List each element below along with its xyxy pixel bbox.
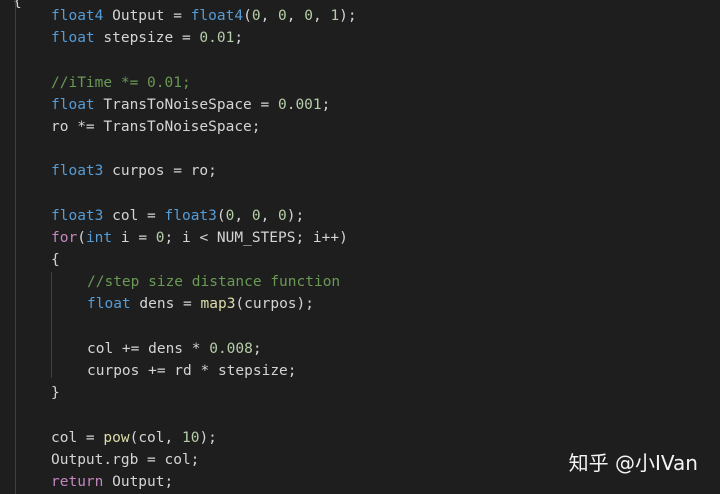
code-line[interactable]	[0, 138, 720, 160]
code-token: 0	[278, 8, 287, 24]
code-token: curpos = ro;	[103, 163, 217, 180]
code-token: ,	[312, 8, 331, 24]
code-token: (	[77, 229, 86, 246]
code-token: (	[243, 8, 252, 24]
code-line[interactable]: curpos += rd * stepsize;	[0, 360, 720, 382]
code-line[interactable]: }	[0, 382, 720, 404]
code-token: col += dens *	[87, 340, 210, 357]
code-line[interactable]: float3 col = float3(0, 0, 0);	[0, 205, 720, 227]
code-token: ;	[234, 30, 244, 47]
code-token: ,	[286, 8, 305, 24]
code-line[interactable]: ro *= TransToNoiseSpace;	[0, 116, 720, 138]
code-token: float	[51, 30, 95, 47]
code-token: //step size distance function	[87, 274, 341, 291]
code-token: ,	[234, 207, 252, 224]
code-token: );	[286, 207, 305, 224]
code-line[interactable]	[0, 404, 720, 426]
code-line[interactable]: col = pow(col, 10);	[0, 427, 720, 449]
code-token: 0	[304, 8, 313, 24]
code-token: ,	[260, 207, 279, 224]
code-token: i =	[112, 229, 156, 246]
code-token: ;	[252, 340, 262, 357]
code-token: float4	[190, 8, 244, 24]
watermark: 知乎 @小IVan	[568, 451, 698, 475]
code-token: stepsize =	[94, 30, 200, 47]
code-token: float	[87, 296, 131, 313]
code-line[interactable]: //iTime *= 0.01;	[0, 72, 720, 94]
code-token: ;	[321, 96, 331, 113]
code-line[interactable]: for(int i = 0; i < NUM_STEPS; i++)	[0, 227, 720, 249]
code-token: 10	[181, 429, 200, 446]
code-token: 0.001	[277, 96, 322, 113]
code-lines: float4 Output = float4(0, 0, 0, 1); float…	[0, 5, 720, 493]
code-line[interactable]: float4 Output = float4(0, 0, 0, 1);	[0, 5, 720, 27]
code-line[interactable]: float3 curpos = ro;	[0, 160, 720, 182]
code-token: curpos += rd * stepsize;	[87, 363, 297, 379]
code-token: int	[85, 229, 113, 246]
code-token: );	[199, 429, 217, 446]
code-token: Output =	[103, 8, 191, 24]
code-line[interactable]	[0, 49, 720, 71]
code-token: 0	[251, 8, 261, 24]
code-token: float3	[51, 207, 104, 224]
code-token: ro *= TransToNoiseSpace;	[51, 118, 261, 135]
code-token: float	[51, 96, 95, 113]
code-token: map3	[200, 296, 236, 313]
code-line[interactable]: float TransToNoiseSpace = 0.001;	[0, 94, 720, 116]
code-token: Output.rgb = col;	[51, 451, 200, 468]
code-token: {	[51, 252, 60, 269]
code-line[interactable]: col += dens * 0.008;	[0, 338, 720, 360]
code-token: col =	[51, 429, 104, 446]
code-token: 0	[155, 229, 165, 246]
code-token: col =	[103, 207, 165, 224]
code-line[interactable]: {	[0, 249, 720, 271]
code-token: ,	[260, 8, 279, 24]
code-token: 0	[278, 207, 287, 224]
code-token: 0.008	[209, 340, 253, 357]
code-token: 0	[251, 207, 261, 224]
code-token: for	[51, 229, 78, 246]
code-token: float4	[51, 8, 104, 24]
code-token: return	[51, 473, 104, 490]
code-token: TransToNoiseSpace =	[94, 96, 278, 113]
code-token: //iTime *= 0.01;	[51, 74, 191, 91]
code-line[interactable]: //step size distance function	[0, 271, 720, 293]
code-token: 1	[330, 8, 340, 24]
code-line[interactable]	[0, 316, 720, 338]
code-line[interactable]	[0, 183, 720, 205]
code-token: float3	[164, 207, 217, 224]
code-token: );	[339, 8, 357, 24]
code-token: Output;	[103, 473, 174, 490]
code-token: 0.01	[199, 30, 235, 47]
code-token: pow	[103, 429, 130, 446]
code-line[interactable]: float stepsize = 0.01;	[0, 27, 720, 49]
code-token: ; i < NUM_STEPS; i++)	[164, 229, 348, 246]
code-token: }	[51, 385, 60, 402]
code-token: (col,	[129, 429, 182, 446]
code-token: dens =	[130, 296, 201, 313]
code-token: float3	[51, 163, 104, 180]
code-token: (curpos);	[235, 296, 314, 313]
code-line[interactable]: float dens = map3(curpos);	[0, 293, 720, 315]
code-editor[interactable]: { float4 Output = float4(0, 0, 0, 1); flo…	[0, 0, 720, 494]
code-token: (	[216, 207, 226, 224]
